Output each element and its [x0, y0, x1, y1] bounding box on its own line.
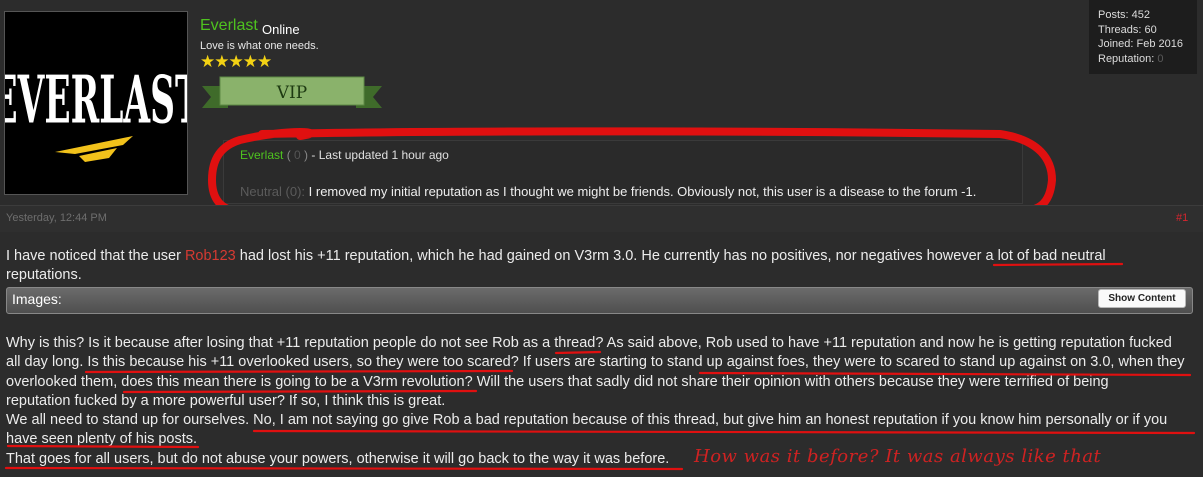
rep-username-link[interactable]: Everlast: [240, 148, 283, 162]
post-line-3: overlooked them, does this mean there is…: [6, 374, 1109, 390]
avatar-text: EVERLAST: [5, 62, 187, 138]
images-label: Images:: [12, 291, 62, 307]
stat-reputation-value[interactable]: 0: [1157, 53, 1163, 65]
post-paragraph-1-cont: reputations.: [6, 267, 82, 283]
rank-label: VIP: [276, 83, 307, 103]
everlast-logo: EVERLAST: [0, 62, 201, 162]
post-line-5: We all need to stand up for ourselves. N…: [6, 412, 1168, 428]
show-content-button[interactable]: Show Content: [1098, 289, 1186, 308]
rating-stars: ★★★★★: [200, 52, 272, 72]
post-paragraph-1: I have noticed that the user Rob123 had …: [6, 248, 1106, 264]
mentioned-user-link[interactable]: Rob123: [185, 248, 236, 264]
stat-posts: Posts: 452: [1098, 9, 1150, 21]
username-link[interactable]: Everlast: [200, 17, 258, 35]
post-date: Yesterday, 12:44 PM: [6, 212, 107, 224]
post-number-link[interactable]: #1: [1176, 212, 1188, 224]
post-line-2: all day long. Is this because his +11 ov…: [6, 354, 1185, 370]
online-status: Online: [262, 22, 300, 37]
post-meta-bar: [0, 206, 1203, 232]
post-line-1: Why is this? Is it because after losing …: [6, 335, 1172, 351]
rep-value: 0: [294, 148, 301, 162]
avatar[interactable]: EVERLAST: [0, 11, 201, 195]
rep-rating: Neutral (0):: [240, 184, 306, 199]
stat-joined: Joined: Feb 2016: [1098, 38, 1184, 50]
handwritten-annotation: How was it before? It was always like th…: [694, 446, 1102, 467]
reputation-comment-header: Everlast ( 0 ) - Last updated 1 hour ago: [240, 148, 449, 162]
post-line-4: reputation fucked by a more powerful use…: [6, 393, 446, 409]
stat-threads: Threads: 60: [1098, 23, 1157, 36]
reputation-comment-text: Neutral (0): I removed my initial reputa…: [240, 184, 977, 199]
images-spoiler-bar: [6, 287, 1193, 314]
stat-reputation: Reputation: 0: [1098, 52, 1164, 65]
user-stats-box: Posts: 452 Threads: 60 Joined: Feb 2016 …: [1089, 0, 1197, 74]
rep-updated: - Last updated 1 hour ago: [308, 148, 449, 162]
vip-rank-banner: VIP: [202, 74, 382, 114]
